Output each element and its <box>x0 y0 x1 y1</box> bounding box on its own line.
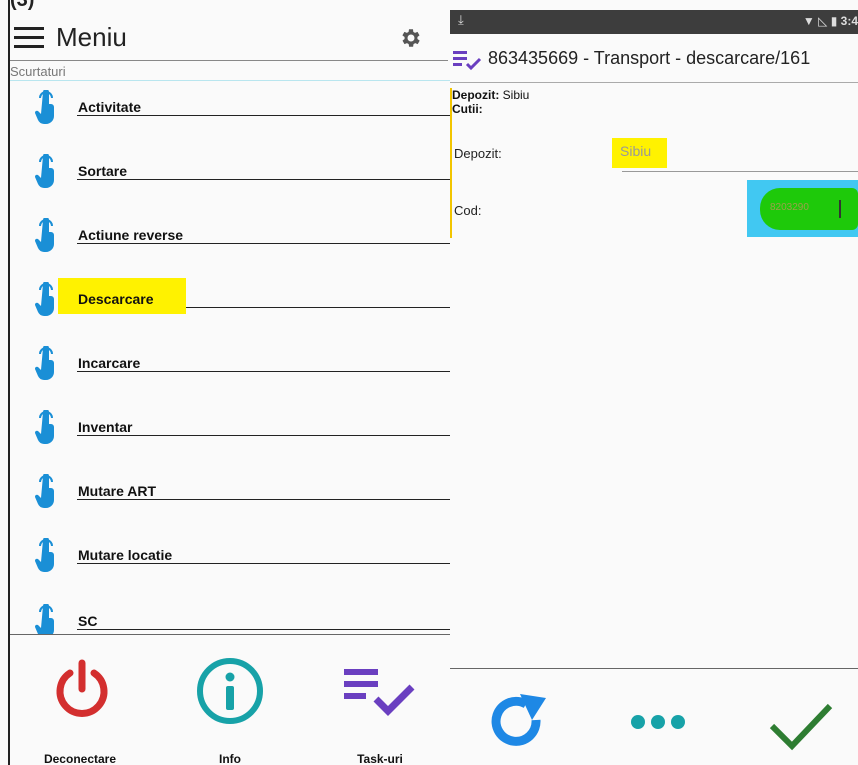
tap-hand-icon <box>34 282 54 316</box>
menu-item-underline <box>77 243 450 244</box>
cod-field-label: Cod: <box>454 203 482 218</box>
tap-hand-icon <box>34 90 54 124</box>
menu-item-inventar[interactable]: Inventar <box>10 410 450 460</box>
menu-item-label: SC <box>78 613 98 629</box>
info-cutii-label: Cutii: <box>452 102 483 116</box>
checkmark-icon[interactable] <box>768 700 834 752</box>
hamburger-menu-icon[interactable] <box>14 27 44 49</box>
menu-panel: (3) Meniu Scurtaturi Activitate Sortare Ac… <box>0 0 450 765</box>
tap-hand-icon <box>34 604 54 638</box>
info-button[interactable]: Info <box>160 635 300 765</box>
bottom-action-bar: Deconectare Info Task-uri <box>10 635 450 765</box>
menu-item-underline <box>77 179 450 180</box>
status-icons: ▼ ◺ ▮ 3:4 <box>803 14 858 28</box>
tap-hand-icon <box>34 154 54 188</box>
menu-item-label: Mutare ART <box>78 483 157 499</box>
menu-item-underline <box>77 115 450 116</box>
section-label: Scurtaturi <box>10 64 66 79</box>
menu-item-sortare[interactable]: Sortare <box>10 154 450 204</box>
tap-hand-icon <box>34 218 54 252</box>
tasks-button[interactable]: Task-uri <box>310 635 450 765</box>
menu-item-actiune-reverse[interactable]: Actiune reverse <box>10 218 450 268</box>
task-list-icon <box>344 669 415 716</box>
text-cursor <box>839 200 841 218</box>
header-divider <box>10 60 448 61</box>
gear-icon[interactable] <box>398 26 422 50</box>
menu-item-label: Activitate <box>78 99 142 115</box>
menu-item-label: Mutare locatie <box>78 547 173 563</box>
depozit-field-underline <box>622 171 858 172</box>
task-list-icon <box>453 51 482 71</box>
clock: 3:4 <box>840 14 858 28</box>
tap-hand-icon <box>34 538 54 572</box>
depozit-field-label: Depozit: <box>454 146 502 161</box>
header-divider <box>450 82 858 83</box>
top-caption-fragment: (3) <box>10 0 35 11</box>
menu-item-underline <box>77 629 450 630</box>
menu-item-label: Inventar <box>78 419 133 435</box>
battery-icon: ▮ <box>830 14 838 28</box>
download-icon: ⤓ <box>458 12 464 27</box>
menu-item-descarcare[interactable]: Descarcare <box>10 278 450 332</box>
menu-item-underline <box>77 371 450 372</box>
menu-item-activitate[interactable]: Activitate <box>10 90 450 140</box>
tap-hand-icon <box>34 410 54 444</box>
info-icon <box>197 658 263 724</box>
info-label: Info <box>219 752 241 765</box>
tasks-label: Task-uri <box>357 752 403 765</box>
section-divider <box>10 80 450 81</box>
info-depozit-label: Depozit: <box>452 88 500 102</box>
signal-icon: ◺ <box>818 14 828 28</box>
action-divider <box>450 668 858 669</box>
menu-item-label: Sortare <box>78 163 128 179</box>
refresh-icon[interactable] <box>486 692 550 756</box>
tap-hand-icon <box>34 474 54 508</box>
power-icon <box>56 659 108 717</box>
menu-item-label: Actiune reverse <box>78 227 184 243</box>
task-header: 863435669 - Transport - descarcare/161 <box>450 40 858 80</box>
menu-item-underline <box>77 563 450 564</box>
menu-item-label: Descarcare <box>78 291 154 307</box>
menu-item-underline <box>77 435 450 436</box>
cod-input[interactable]: 8203290 <box>770 202 809 213</box>
info-depozit-value: Sibiu <box>502 88 530 102</box>
wifi-icon: ▼ <box>802 14 815 28</box>
depozit-field[interactable]: Sibiu <box>620 143 651 159</box>
tap-hand-icon <box>34 346 54 380</box>
disconnect-label: Deconectare <box>43 752 117 765</box>
menu-item-mutare-locatie[interactable]: Mutare locatie <box>10 538 450 588</box>
task-info: Depozit: Sibiu Cutii: <box>452 88 529 116</box>
more-dots-icon[interactable] <box>628 710 688 734</box>
task-detail-panel: ⤓ ▼ ◺ ▮ 3:4 863435669 - Transport - desc… <box>450 0 858 765</box>
menu-item-incarcare[interactable]: Incarcare <box>10 346 450 396</box>
menu-item-mutare-art[interactable]: Mutare ART <box>10 474 450 524</box>
status-bar: ⤓ ▼ ◺ ▮ 3:4 <box>450 10 858 34</box>
menu-header: Meniu <box>12 18 448 58</box>
menu-title: Meniu <box>56 22 127 52</box>
disconnect-button[interactable]: Deconectare <box>10 635 150 765</box>
task-title: 863435669 - Transport - descarcare/161 <box>488 48 811 68</box>
menu-item-underline <box>77 499 450 500</box>
menu-item-label: Incarcare <box>78 355 141 371</box>
